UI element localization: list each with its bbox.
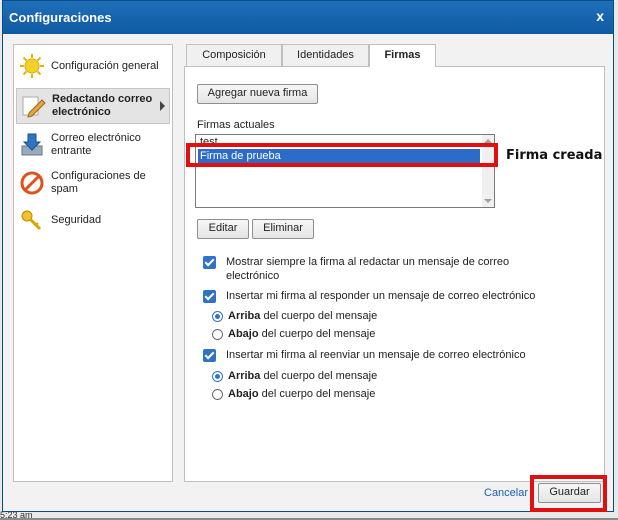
label-line: Correo electrónico	[51, 132, 141, 144]
tab-firmas[interactable]: Firmas	[369, 44, 436, 67]
label-line: electrónico	[52, 106, 111, 118]
insert-reply-checkbox[interactable]	[203, 290, 216, 303]
reply-below-label: Abajo del cuerpo del mensaje	[228, 327, 375, 341]
label-rest: del cuerpo del mensaje	[260, 310, 378, 322]
signatures-listbox[interactable]: test Firma de prueba	[195, 134, 495, 208]
sidebar-item-label: Seguridad	[51, 213, 102, 226]
settings-dialog: Configuraciones x Configuración general …	[2, 0, 614, 512]
label-line: spam	[51, 183, 78, 195]
firmas-tab-body: Agregar nueva firma Firmas actuales test…	[184, 66, 605, 482]
edit-button[interactable]: Editar	[197, 219, 249, 239]
sidebar-item-spam[interactable]: Configuraciones de spam	[16, 167, 170, 199]
sidebar-item-label: Configuración general	[51, 59, 159, 72]
label-bold: Arriba	[228, 310, 261, 322]
title-bar: Configuraciones x	[3, 1, 613, 34]
sidebar-item-label: Configuraciones de spam	[51, 170, 146, 196]
tab-composicion[interactable]: Composición	[186, 44, 282, 66]
listbox-scrollbar[interactable]	[482, 135, 494, 207]
sun-icon	[19, 53, 45, 79]
insert-forward-checkbox[interactable]	[203, 349, 216, 362]
sidebar-item-incoming[interactable]: Correo electrónico entrante	[16, 129, 170, 161]
label-bold: Arriba	[228, 370, 261, 382]
download-icon	[19, 132, 45, 158]
sidebar-item-security[interactable]: Seguridad	[16, 205, 170, 235]
no-entry-icon	[19, 170, 45, 196]
sidebar-item-label: Redactando correo electrónico	[52, 93, 152, 119]
reply-below-radio[interactable]	[212, 329, 223, 340]
insert-reply-label: Insertar mi firma al responder un mensaj…	[226, 290, 536, 302]
chevron-right-icon	[160, 101, 165, 111]
insert-forward-label: Insertar mi firma al reenviar un mensaje…	[226, 349, 526, 361]
label-line: electrónico	[226, 270, 280, 282]
label-bold: Abajo	[228, 328, 259, 340]
label-rest: del cuerpo del mensaje	[258, 388, 376, 400]
list-item[interactable]: test	[198, 135, 480, 149]
annotation-caption: Firma creada	[506, 148, 603, 163]
label-line: Mostrar siempre la firma al redactar un …	[226, 256, 510, 268]
sidebar-item-general[interactable]: Configuración general	[16, 51, 170, 81]
add-signature-button[interactable]: Agregar nueva firma	[197, 84, 318, 104]
dialog-content: Configuración general Redactando correo …	[3, 34, 613, 511]
settings-panel: Composición Identidades Firmas Agregar n…	[184, 44, 605, 482]
forward-below-radio[interactable]	[212, 389, 223, 400]
cancel-link[interactable]: Cancelar	[484, 487, 528, 499]
label-bold: Abajo	[228, 388, 259, 400]
forward-above-label: Arriba del cuerpo del mensaje	[228, 369, 377, 383]
forward-below-label: Abajo del cuerpo del mensaje	[228, 387, 375, 401]
pencil-icon	[20, 93, 46, 119]
delete-button[interactable]: Eliminar	[252, 219, 314, 239]
list-item-selected[interactable]: Firma de prueba	[198, 149, 480, 163]
label-rest: del cuerpo del mensaje	[260, 370, 378, 382]
signatures-list-label: Firmas actuales	[197, 119, 275, 131]
always-show-checkbox[interactable]	[203, 256, 216, 269]
label-line: Configuraciones de	[51, 170, 146, 182]
close-icon[interactable]: x	[596, 8, 604, 24]
save-button[interactable]: Guardar	[538, 483, 601, 503]
key-icon	[19, 207, 45, 233]
sidebar-item-compose[interactable]: Redactando correo electrónico	[16, 88, 170, 124]
label-rest: del cuerpo del mensaje	[258, 328, 376, 340]
sidebar-item-label: Correo electrónico entrante	[51, 132, 141, 158]
label-line: entrante	[51, 145, 92, 157]
dialog-title: Configuraciones	[9, 10, 112, 25]
scroll-up-icon[interactable]	[484, 139, 492, 143]
forward-above-radio[interactable]	[212, 371, 223, 382]
reply-above-radio[interactable]	[212, 311, 223, 322]
scroll-down-icon[interactable]	[484, 199, 492, 203]
tab-identidades[interactable]: Identidades	[282, 44, 369, 66]
always-show-label: Mostrar siempre la firma al redactar un …	[226, 255, 556, 283]
settings-sidebar: Configuración general Redactando correo …	[13, 44, 173, 482]
reply-above-label: Arriba del cuerpo del mensaje	[228, 309, 377, 323]
label-line: Redactando correo	[52, 93, 153, 105]
